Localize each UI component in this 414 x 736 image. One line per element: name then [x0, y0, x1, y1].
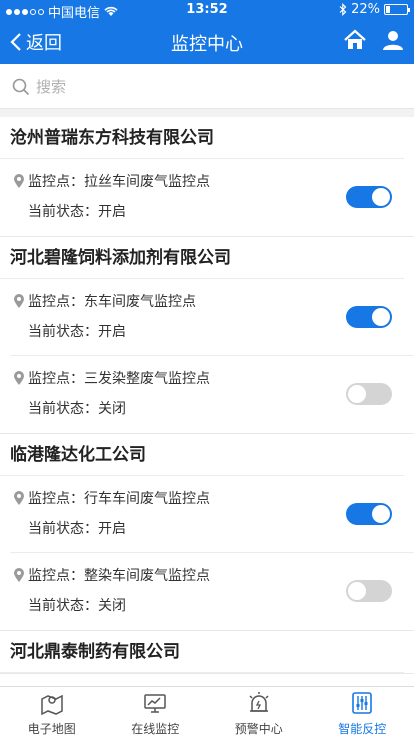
tab-control[interactable]: 智能反控 — [311, 687, 414, 736]
state-value: 开启 — [98, 324, 126, 340]
alarm-icon — [247, 691, 271, 720]
toggle-knob — [372, 308, 390, 326]
point-name: 拉丝车间废气监控点 — [84, 174, 210, 190]
tab-map[interactable]: 电子地图 — [0, 687, 104, 736]
top-bar: 中国电信 13:52 22% 返回 监控中心 — [0, 0, 414, 64]
state-label: 当前状态： — [28, 521, 98, 537]
bluetooth-icon — [339, 3, 347, 16]
status-bar: 中国电信 13:52 22% — [0, 0, 414, 21]
state-value: 关闭 — [98, 401, 126, 417]
tab-alarm[interactable]: 预警中心 — [207, 687, 311, 736]
point-name: 东车间废气监控点 — [84, 294, 196, 310]
state-value: 开启 — [98, 204, 126, 220]
location-pin-icon — [14, 371, 24, 385]
state-label: 当前状态： — [28, 401, 98, 417]
point-label: 监控点： — [28, 568, 84, 584]
control-toggle[interactable] — [346, 186, 392, 208]
search-icon — [12, 78, 30, 96]
state-label: 当前状态： — [28, 204, 98, 220]
toggle-knob — [348, 582, 366, 600]
control-toggle[interactable] — [346, 383, 392, 405]
toggle-knob — [372, 505, 390, 523]
monitor-point: 监控点： 整染车间废气监控点当前状态：关闭 — [10, 553, 414, 630]
company-section: 河北鼎泰制药有限公司 — [0, 631, 414, 674]
company-list: 沧州普瑞东方科技有限公司 监控点： 拉丝车间废气监控点 当前状态：开启 河北碧隆饲料添加… — [0, 117, 414, 686]
company-section: 沧州普瑞东方科技有限公司监控点： 拉丝车间废气监控点当前状态：开启 — [0, 117, 414, 237]
state-label: 当前状态： — [28, 598, 98, 614]
user-icon[interactable] — [382, 29, 404, 51]
toggle-knob — [372, 188, 390, 206]
state-label: 当前状态： — [28, 324, 98, 340]
point-label: 监控点： — [28, 491, 84, 507]
point-name: 三发染整废气监控点 — [84, 371, 210, 387]
control-toggle[interactable] — [346, 503, 392, 525]
monitor-icon — [143, 691, 167, 720]
control-toggle[interactable] — [346, 580, 392, 602]
tab-label: 预警中心 — [234, 722, 283, 736]
location-pin-icon — [14, 294, 24, 308]
battery-icon — [384, 4, 410, 15]
control-toggle[interactable] — [346, 306, 392, 328]
tab-monitor[interactable]: 在线监控 — [104, 687, 208, 736]
monitor-point: 监控点： 行车车间废气监控点当前状态：开启 — [10, 476, 414, 553]
control-icon — [350, 691, 374, 720]
location-pin-icon — [14, 174, 24, 188]
company-section: 临港隆达化工公司 监控点： 行车车间废气监控点 当前状态：开启 监控点： 整染车间废气监控… — [0, 434, 414, 631]
tab-label: 智能反控 — [338, 722, 387, 736]
monitor-point: 监控点： 三发染整废气监控点当前状态：关闭 — [10, 356, 414, 433]
company-name: 河北碧隆饲料添加剂有限公司 — [0, 237, 404, 279]
company-section: 河北碧隆饲料添加剂有限公司 监控点： 东车间废气监控点 当前状态：开启 监控点： 三发染整… — [0, 237, 414, 434]
company-name: 河北鼎泰制药有限公司 — [0, 631, 404, 673]
point-label: 监控点： — [28, 371, 84, 387]
location-pin-icon — [14, 568, 24, 582]
tab-label: 电子地图 — [27, 722, 76, 736]
map-icon — [40, 691, 64, 720]
search-bar — [0, 64, 414, 109]
tab-bar: 电子地图 在线监控 预警中心 智能反控 — [0, 686, 414, 736]
point-label: 监控点： — [28, 174, 84, 190]
tab-label: 在线监控 — [131, 722, 180, 736]
toggle-knob — [348, 385, 366, 403]
home-icon[interactable] — [344, 29, 366, 51]
state-value: 关闭 — [98, 598, 126, 614]
state-value: 开启 — [98, 521, 126, 537]
point-label: 监控点： — [28, 294, 84, 310]
monitor-point: 监控点： 东车间废气监控点当前状态：开启 — [10, 279, 414, 356]
search-input[interactable] — [36, 73, 396, 101]
company-name: 临港隆达化工公司 — [0, 434, 404, 476]
monitor-point: 监控点： 拉丝车间废气监控点当前状态：开启 — [10, 159, 414, 236]
location-pin-icon — [14, 491, 24, 505]
company-name: 沧州普瑞东方科技有限公司 — [0, 117, 404, 159]
point-name: 行车车间废气监控点 — [84, 491, 210, 507]
battery-percent: 22% — [351, 2, 380, 17]
point-name: 整染车间废气监控点 — [84, 568, 210, 584]
